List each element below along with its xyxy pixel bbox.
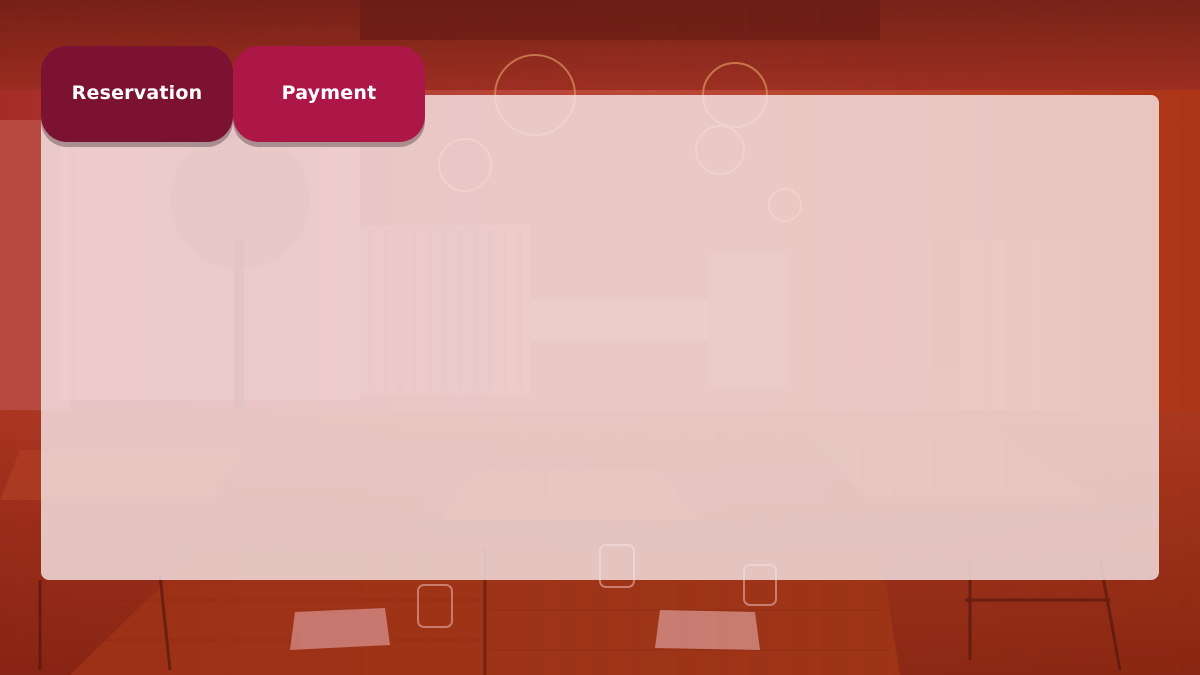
tab-payment[interactable]: Payment bbox=[233, 46, 425, 142]
tab-reservation[interactable]: Reservation bbox=[41, 46, 233, 142]
reservation-screen: Reservation Payment bbox=[0, 0, 1200, 675]
tab-reservation-label: Reservation bbox=[71, 82, 203, 104]
tab-payment-label: Payment bbox=[281, 82, 377, 104]
content-panel bbox=[41, 95, 1159, 580]
